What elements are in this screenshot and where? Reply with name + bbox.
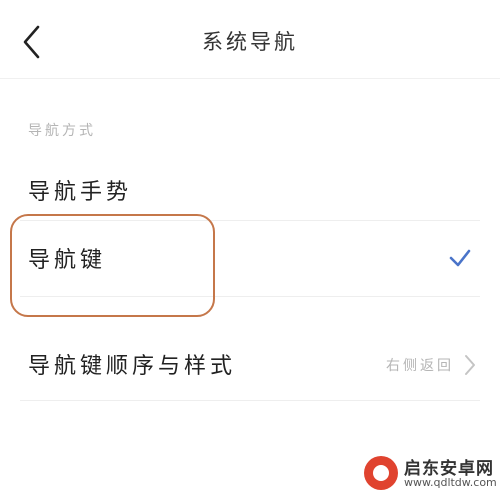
option-navigation-keys[interactable]: 导航键	[0, 220, 500, 296]
watermark-logo-icon	[364, 456, 398, 490]
watermark: 启东安卓网 www.qdltdw.com	[364, 454, 497, 494]
header-bar: 系统导航	[0, 0, 500, 79]
option-label: 导航手势	[28, 180, 133, 205]
setting-label: 导航键顺序与样式	[28, 354, 237, 379]
section-label-navigation-mode: 导航方式	[28, 123, 96, 139]
page-title: 系统导航	[202, 30, 298, 54]
divider	[20, 400, 480, 401]
setting-value: 右侧返回	[386, 358, 454, 374]
option-gesture-navigation[interactable]: 导航手势	[0, 160, 500, 220]
checkmark-icon	[449, 249, 471, 267]
setting-key-order-style[interactable]: 导航键顺序与样式 右侧返回	[0, 336, 500, 396]
divider	[20, 296, 480, 297]
watermark-url: www.qdltdw.com	[404, 476, 497, 489]
chevron-right-icon	[465, 355, 475, 375]
option-label: 导航键	[28, 248, 107, 273]
